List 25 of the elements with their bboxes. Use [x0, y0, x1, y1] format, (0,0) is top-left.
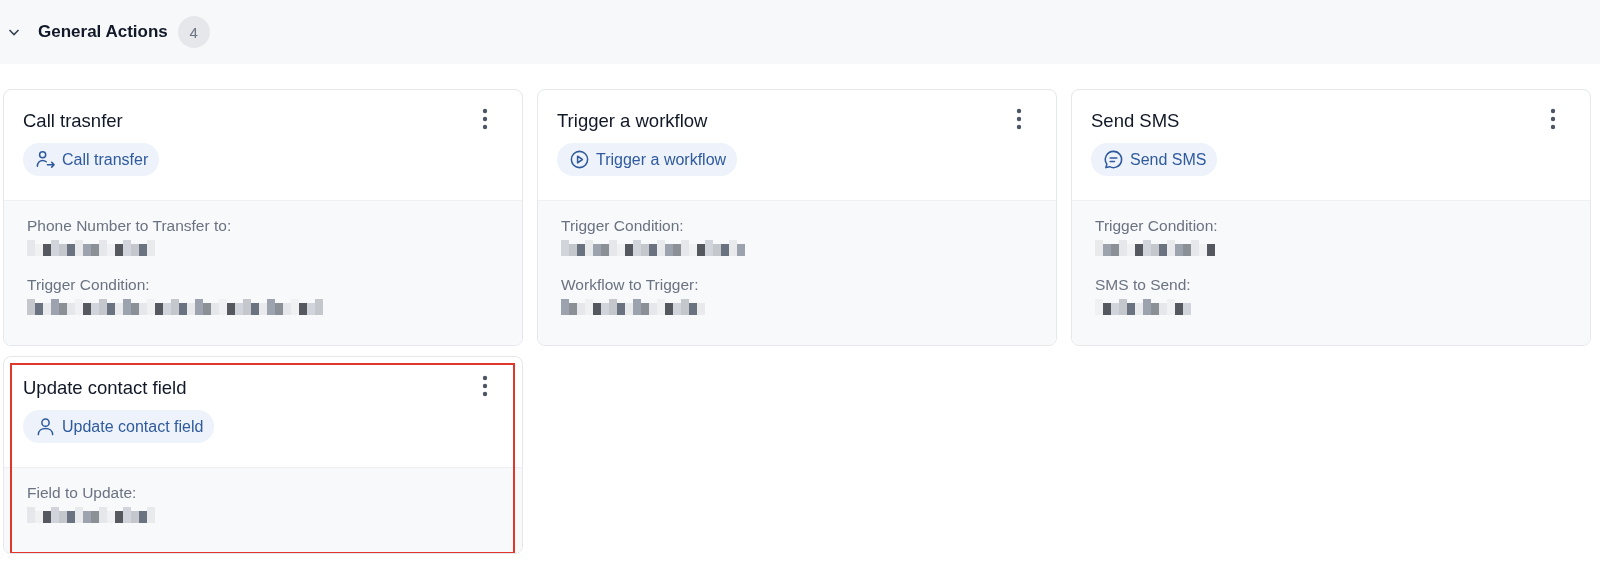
action-type-tag: Update contact field [23, 410, 215, 443]
field-label: Field to Update: [27, 484, 138, 502]
field-label: Trigger Condition: [27, 276, 151, 294]
action-type-tag: Call transfer [23, 143, 160, 176]
field-label: Trigger Condition: [561, 217, 685, 235]
field-label: Phone Number to Transfer to: [27, 217, 233, 235]
user-arrow-icon [35, 149, 56, 170]
card-title: Send SMS [1091, 110, 1180, 132]
count-badge: 4 [177, 16, 210, 48]
card-title: Trigger a workflow [557, 110, 708, 132]
field-label: Trigger Condition: [1095, 217, 1219, 235]
play-icon [569, 149, 590, 170]
card-title: Call trasnfer [23, 110, 123, 132]
more-options-icon[interactable] [482, 375, 488, 397]
field-label: Workflow to Trigger: [561, 276, 700, 294]
more-options-icon[interactable] [1016, 108, 1022, 130]
chat-bubble-icon [1103, 149, 1124, 170]
card-title: Update contact field [23, 377, 187, 399]
more-options-icon[interactable] [482, 108, 488, 130]
field-label: SMS to Send: [1095, 276, 1192, 294]
action-type-tag: Send SMS [1091, 143, 1218, 176]
action-type-tag: Trigger a workflow [557, 143, 738, 176]
section-title: General Actions [38, 22, 168, 42]
user-icon [35, 416, 56, 437]
more-options-icon[interactable] [1550, 108, 1556, 130]
